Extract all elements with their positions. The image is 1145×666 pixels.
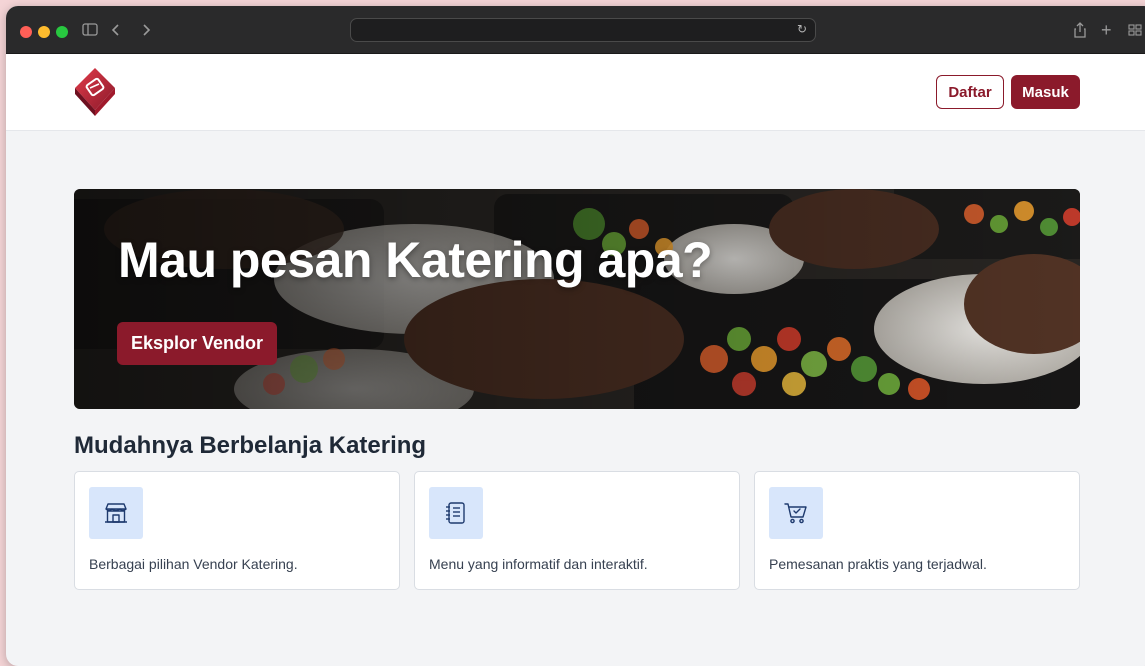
feature-text: Berbagai pilihan Vendor Katering. [89, 556, 298, 572]
login-button[interactable]: Masuk [1011, 75, 1080, 109]
feature-text: Pemesanan praktis yang terjadwal. [769, 556, 987, 572]
reload-icon[interactable]: ↻ [797, 22, 807, 36]
sidebar-icon[interactable] [82, 20, 98, 40]
maximize-window-button[interactable] [56, 26, 68, 38]
explore-vendor-button[interactable]: Eksplor Vendor [117, 322, 277, 365]
forward-icon[interactable] [141, 20, 151, 40]
feature-text: Menu yang informatif dan interaktif. [429, 556, 648, 572]
address-bar[interactable]: ↻ [350, 18, 816, 42]
feature-card-order: Pemesanan praktis yang terjadwal. [754, 471, 1080, 590]
site-header: Daftar Masuk [6, 54, 1145, 131]
store-icon [89, 487, 143, 539]
feature-card-vendor: Berbagai pilihan Vendor Katering. [74, 471, 400, 590]
hero-banner: Mau pesan Katering apa? Eksplor Vendor [74, 189, 1080, 409]
cart-icon [769, 487, 823, 539]
site-logo[interactable] [73, 66, 117, 118]
new-tab-icon[interactable]: + [1101, 20, 1112, 40]
features-title: Mudahnya Berbelanja Katering [74, 432, 427, 459]
tab-overview-icon[interactable] [1128, 20, 1142, 40]
back-icon[interactable] [111, 20, 121, 40]
minimize-window-button[interactable] [38, 26, 50, 38]
register-button[interactable]: Daftar [936, 75, 1004, 109]
browser-window: ↻ + Daftar Masuk Mau pesan Katering apa?… [6, 6, 1145, 666]
menu-list-icon [429, 487, 483, 539]
hero-food-image [74, 189, 1080, 409]
browser-toolbar: ↻ + [6, 6, 1145, 54]
share-icon[interactable] [1073, 20, 1087, 40]
hero-title: Mau pesan Katering apa? [118, 232, 713, 288]
feature-card-menu: Menu yang informatif dan interaktif. [414, 471, 740, 590]
close-window-button[interactable] [20, 26, 32, 38]
